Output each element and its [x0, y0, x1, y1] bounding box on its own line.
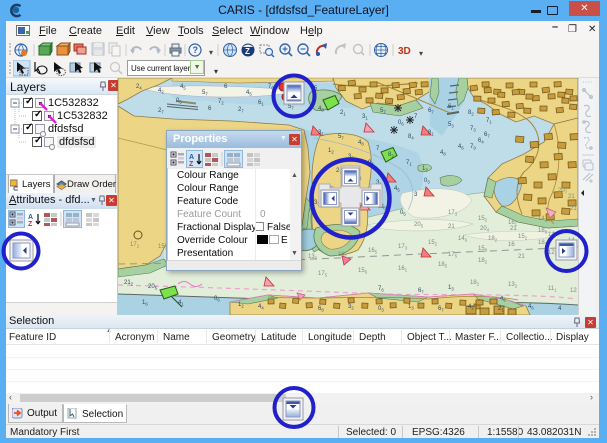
svg-text:A: A [28, 214, 33, 221]
svg-text:173: 173 [448, 210, 458, 217]
svg-text:12: 12 [570, 288, 577, 294]
svg-text:27: 27 [158, 108, 164, 115]
svg-text:▾: ▾ [209, 48, 213, 57]
svg-text:53: 53 [448, 122, 454, 129]
svg-text:06: 06 [214, 296, 220, 303]
svg-text:27: 27 [238, 107, 244, 114]
svg-text:212: 212 [124, 280, 134, 287]
svg-text:05: 05 [400, 210, 406, 217]
svg-text:175: 175 [318, 271, 328, 278]
svg-text:32: 32 [348, 304, 354, 311]
svg-text:03: 03 [378, 306, 384, 313]
svg-text:13: 13 [408, 304, 414, 311]
svg-text:205: 205 [148, 284, 158, 291]
svg-text:21: 21 [518, 254, 525, 260]
svg-text:156: 156 [358, 268, 368, 275]
svg-text:Z: Z [189, 161, 194, 168]
svg-text:42: 42 [158, 88, 164, 95]
svg-text:76: 76 [378, 286, 384, 293]
svg-text:67: 67 [428, 108, 434, 115]
svg-text:61: 61 [258, 100, 264, 107]
svg-text:16: 16 [142, 300, 148, 307]
svg-text:175: 175 [448, 252, 458, 259]
svg-text:205: 205 [414, 222, 424, 229]
svg-text:111: 111 [548, 286, 557, 293]
svg-text:12: 12 [238, 302, 244, 309]
svg-text:182: 182 [478, 258, 488, 265]
svg-text:61: 61 [448, 104, 454, 111]
svg-text:73: 73 [470, 126, 476, 133]
svg-text:173: 173 [398, 244, 408, 251]
svg-text:67: 67 [418, 288, 424, 295]
svg-text:46: 46 [458, 144, 464, 151]
svg-text:48: 48 [318, 106, 324, 113]
svg-text:12: 12 [422, 166, 428, 173]
svg-text:46: 46 [528, 304, 534, 311]
svg-text:Z: Z [245, 47, 250, 56]
svg-text:161: 161 [508, 220, 518, 227]
svg-text:207: 207 [558, 188, 568, 195]
svg-text:45: 45 [394, 186, 400, 193]
svg-text:152: 152 [518, 234, 528, 241]
svg-text:161: 161 [398, 266, 408, 273]
svg-text:45: 45 [180, 84, 186, 91]
svg-text:21: 21 [498, 306, 504, 313]
svg-text:16: 16 [508, 242, 515, 248]
svg-text:12: 12 [328, 148, 334, 155]
svg-text:31: 31 [362, 114, 368, 121]
svg-text:79: 79 [470, 144, 476, 151]
svg-text:152: 152 [478, 216, 488, 223]
svg-text:24: 24 [136, 84, 142, 91]
svg-text:67: 67 [484, 132, 490, 139]
svg-text:▾: ▾ [419, 49, 423, 58]
svg-text:57: 57 [338, 134, 344, 141]
svg-text:72: 72 [218, 99, 224, 106]
svg-text:185: 185 [438, 262, 448, 269]
svg-text:21: 21 [510, 226, 517, 232]
svg-text:71: 71 [486, 118, 492, 125]
svg-text:152: 152 [428, 240, 438, 247]
svg-text:48: 48 [440, 150, 446, 157]
svg-text:132: 132 [308, 254, 318, 261]
svg-text:142: 142 [538, 216, 548, 223]
svg-text:31: 31 [318, 130, 324, 137]
svg-text:132: 132 [508, 282, 518, 289]
svg-text:42: 42 [468, 304, 474, 311]
svg-text:158: 158 [478, 246, 488, 253]
svg-text:68: 68 [318, 306, 324, 313]
svg-text:21: 21 [448, 224, 455, 230]
svg-text:64: 64 [478, 138, 484, 145]
svg-text:A: A [189, 154, 194, 161]
svg-text:46: 46 [500, 296, 506, 303]
svg-text:81: 81 [428, 130, 434, 137]
svg-text:06: 06 [398, 120, 404, 127]
svg-text:67: 67 [438, 306, 444, 313]
svg-text:03: 03 [424, 178, 430, 185]
svg-text:204: 204 [480, 226, 490, 233]
svg-text:172: 172 [130, 242, 140, 249]
svg-text:21: 21 [568, 194, 575, 200]
svg-text:21: 21 [340, 110, 346, 117]
svg-text:3D: 3D [398, 46, 411, 57]
svg-text:13: 13 [448, 285, 454, 292]
svg-text:57: 57 [202, 90, 208, 97]
svg-text:Z: Z [28, 221, 33, 228]
svg-text:05: 05 [176, 98, 182, 105]
svg-text:211: 211 [570, 206, 578, 213]
svg-text:146: 146 [458, 236, 468, 243]
svg-text:57: 57 [380, 108, 386, 115]
svg-text:181: 181 [338, 252, 348, 259]
svg-text:182: 182 [488, 236, 498, 243]
svg-text:41: 41 [178, 300, 184, 307]
svg-text:165: 165 [368, 248, 378, 255]
svg-text:44: 44 [258, 304, 264, 311]
svg-text:71: 71 [406, 160, 412, 167]
svg-text:182: 182 [470, 280, 480, 287]
svg-text:?: ? [193, 45, 199, 55]
svg-text:82: 82 [468, 110, 474, 117]
svg-text:48: 48 [358, 140, 364, 147]
svg-text:84: 84 [408, 134, 414, 141]
svg-text:45: 45 [246, 90, 252, 97]
